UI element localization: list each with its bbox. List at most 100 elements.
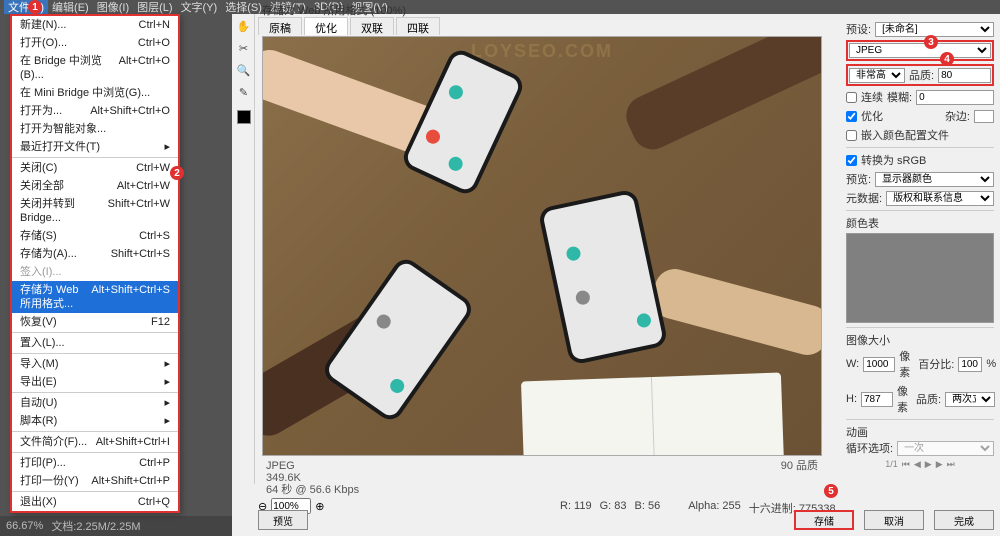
file-menu-item[interactable]: 在 Mini Bridge 中浏览(G)... (12, 84, 178, 102)
hand-tool-icon[interactable]: ✋ (236, 18, 252, 34)
notebook (521, 372, 785, 456)
matte-swatch[interactable] (974, 110, 994, 123)
info-format: JPEG (266, 460, 295, 472)
file-menu-item[interactable]: 关闭并转到 Bridge...Shift+Ctrl+W (12, 195, 178, 227)
convert-srgb-checkbox[interactable] (846, 155, 857, 166)
info-quality: 90 品质 (781, 460, 818, 472)
file-menu-item[interactable]: 脚本(R)▸ (12, 412, 178, 430)
metadata-select[interactable]: 版权和联系信息 (886, 191, 994, 206)
file-menu-item[interactable]: 签入(I)... (12, 263, 178, 281)
loop-label: 循环选项: (846, 440, 893, 456)
phone (399, 46, 526, 198)
px-unit: 像素 (899, 348, 910, 380)
file-menu-item[interactable]: 存储(S)Ctrl+S (12, 227, 178, 245)
eyedropper-tool-icon[interactable]: ✎ (236, 84, 252, 100)
animation-controls: 1/1 ⏮ ◀ ▶ ▶ ⏭ (846, 459, 994, 470)
file-menu-item[interactable]: 导入(M)▸ (12, 355, 178, 373)
width-input[interactable] (863, 357, 895, 372)
pct-unit: % (986, 358, 996, 370)
optimized-label: 优化 (861, 108, 883, 124)
slice-tool-icon[interactable]: ✂ (236, 40, 252, 56)
tab-optimized[interactable]: 优化 (304, 17, 348, 35)
file-menu-item[interactable]: 打开为...Alt+Shift+Ctrl+O (12, 102, 178, 120)
file-menu-item[interactable]: 导出(E)▸ (12, 373, 178, 391)
animation-label: 动画 (846, 427, 868, 439)
progressive-label: 连续 (861, 89, 883, 105)
first-frame-icon[interactable]: ⏮ (902, 459, 910, 470)
preset-select[interactable]: [未命名] (875, 22, 994, 37)
color-table (846, 233, 994, 323)
last-frame-icon[interactable]: ⏭ (947, 459, 955, 470)
preview-select[interactable]: 显示器颜色 (875, 172, 994, 187)
zoom-in-icon[interactable]: ⊕ (315, 500, 324, 513)
file-menu-item[interactable]: 在 Bridge 中浏览(B)...Alt+Ctrl+O (12, 52, 178, 84)
file-menu-item[interactable]: 关闭全部Alt+Ctrl+W (12, 177, 178, 195)
phone (537, 188, 668, 365)
file-menu-item[interactable]: 自动(U)▸ (12, 394, 178, 412)
done-button[interactable]: 完成 (934, 510, 994, 530)
width-label: W: (846, 358, 859, 370)
info-speed: 64 秒 @ 56.6 Kbps (266, 484, 359, 496)
file-menu-item[interactable]: 存储为 Web 所用格式...Alt+Shift+Ctrl+S (12, 281, 178, 313)
preview-info: JPEG 90 品质 349.6K 64 秒 @ 56.6 Kbps (262, 458, 822, 498)
callout-5: 5 (824, 484, 838, 498)
file-menu-item[interactable]: 打开为智能对象... (12, 120, 178, 138)
arm (620, 36, 822, 156)
quality-input[interactable] (938, 68, 991, 83)
play-icon[interactable]: ▶ (925, 459, 932, 470)
menubar: 文件(F) 编辑(E) 图像(I) 图层(L) 文字(Y) 选择(S) 滤镜(T… (0, 0, 1000, 14)
photoshop-status-bar: 66.67% 文档:2.25M/2.25M (0, 516, 232, 536)
embed-profile-checkbox[interactable] (846, 130, 857, 141)
file-menu-item[interactable]: 打开(O)...Ctrl+O (12, 34, 178, 52)
metadata-label: 元数据: (846, 190, 882, 206)
preview-pane[interactable]: LOYSEO.COM (262, 36, 822, 456)
format-select[interactable]: JPEG (849, 43, 991, 58)
resample-label: 品质: (916, 391, 941, 407)
menu-edit[interactable]: 编辑(E) (48, 0, 93, 15)
optimized-checkbox[interactable] (846, 111, 857, 122)
file-menu-item[interactable]: 关闭(C)Ctrl+W (12, 159, 178, 177)
matte-label: 杂边: (945, 108, 970, 124)
color-table-label: 颜色表 (846, 218, 879, 230)
px-unit: 像素 (897, 383, 908, 415)
color-swatch[interactable] (237, 110, 251, 124)
height-input[interactable] (861, 392, 893, 407)
preview-button[interactable]: 预览 (258, 510, 308, 530)
menu-layer[interactable]: 图层(L) (133, 0, 176, 15)
save-for-web-toolbar: ✋ ✂ 🔍 ✎ (233, 14, 255, 484)
progressive-checkbox[interactable] (846, 92, 857, 103)
percent-input[interactable] (958, 357, 982, 372)
quality-label: 品质: (909, 67, 934, 83)
percent-label: 百分比: (918, 356, 954, 372)
preview-tabs: 原稿 优化 双联 四联 (258, 17, 440, 35)
zoom-tool-icon[interactable]: 🔍 (236, 62, 252, 78)
tab-4up[interactable]: 四联 (396, 17, 440, 35)
file-menu-item[interactable]: 最近打开文件(T)▸ (12, 138, 178, 156)
blur-label: 模糊: (887, 89, 912, 105)
settings-panel: 预设: [未命名] JPEG 非常高 品质: 连续 模糊: 优化 杂边: 嵌入颜… (840, 17, 1000, 517)
status-zoom[interactable]: 66.67% (6, 520, 43, 532)
cancel-button[interactable]: 取消 (864, 510, 924, 530)
quality-preset-select[interactable]: 非常高 (849, 68, 905, 83)
tab-original[interactable]: 原稿 (258, 17, 302, 35)
menu-image[interactable]: 图像(I) (93, 0, 133, 15)
file-menu-item[interactable]: 退出(X)Ctrl+Q (12, 493, 178, 511)
file-menu-item[interactable]: 新建(N)...Ctrl+N (12, 16, 178, 34)
file-menu-item[interactable]: 文件简介(F)...Alt+Shift+Ctrl+I (12, 433, 178, 451)
blur-input[interactable] (916, 90, 994, 105)
next-frame-icon[interactable]: ▶ (936, 459, 943, 470)
file-menu-item[interactable]: 打印一份(Y)Alt+Shift+Ctrl+P (12, 472, 178, 490)
preview-button-row: 预览 (258, 510, 308, 530)
file-menu-item[interactable]: 恢复(V)F12 (12, 313, 178, 331)
image-size-label: 图像大小 (846, 335, 890, 347)
save-button[interactable]: 存储 (794, 510, 854, 530)
file-menu-item[interactable]: 存储为(A)...Shift+Ctrl+S (12, 245, 178, 263)
callout-2: 2 (170, 166, 184, 180)
dialog-buttons: 存储 取消 完成 (794, 510, 994, 530)
prev-frame-icon[interactable]: ◀ (914, 459, 921, 470)
tab-2up[interactable]: 双联 (350, 17, 394, 35)
menu-type[interactable]: 文字(Y) (177, 0, 222, 15)
file-menu-item[interactable]: 打印(P)...Ctrl+P (12, 454, 178, 472)
file-menu-item[interactable]: 置入(L)... (12, 334, 178, 352)
resample-select[interactable]: 两次立方 (945, 392, 995, 407)
